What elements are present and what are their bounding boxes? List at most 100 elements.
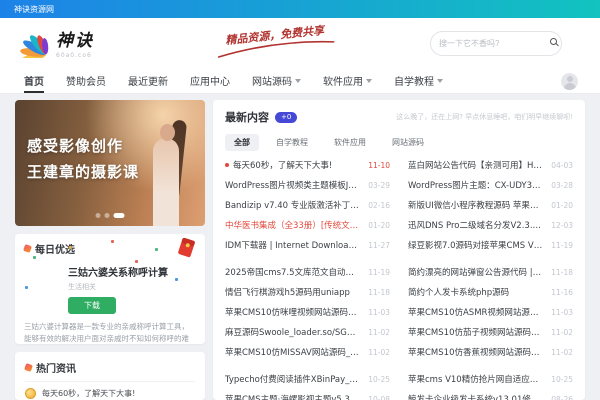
- medal-icon: [25, 388, 36, 399]
- article-row[interactable]: 苹果CMS10仿咪哩视频网站源码_MDYS15 11-03: [225, 302, 390, 322]
- carousel-dot[interactable]: [96, 213, 101, 218]
- article-title: 苹果CMS10仿香蕉视频网站源码_MDYS19: [408, 346, 543, 358]
- tab-label: 软件应用: [334, 138, 366, 147]
- article-row[interactable]: 麻豆源码Swoole_loader.so/SG11扩展集合 11-02: [225, 322, 390, 342]
- site-logo[interactable]: 神诀 60a0.co6: [20, 24, 94, 59]
- article-date: 11-19: [368, 268, 390, 277]
- tab-label: 网站源码: [392, 138, 424, 147]
- latest-tab[interactable]: 网站源码: [383, 134, 433, 151]
- chevron-down-icon: [366, 79, 372, 83]
- article-row[interactable]: 中华医书集成（全33册）[传统文化] 01-20: [225, 215, 390, 235]
- latest-list-left: 每天60秒，了解天下大事! 11-10 WordPress图片视频类主题模板Ju…: [225, 155, 390, 400]
- article-title: 苹果CMS10仿茄子视频网站源码_MDYS17: [408, 326, 543, 338]
- article-row[interactable]: 绿豆影视7.0源码对接苹果CMS V10原生影视AP... 11-19: [408, 235, 573, 255]
- hot-news-item[interactable]: 每天60秒，了解天下大事!: [25, 382, 195, 400]
- article-row[interactable]: 情侣飞行棋游戏h5源码用uniapp 11-18: [225, 282, 390, 302]
- article-date: 11-02: [551, 328, 573, 337]
- hot-news-list: 每天60秒，了解天下大事! 自动识别访客来源模板防伪查询系统公告: [25, 382, 195, 400]
- site-header: 神诀 60a0.co6 精品资源，免费共享: [0, 18, 600, 68]
- article-row[interactable]: 苹果CMS10仿ASMR视频网站源码_MDYS16 11-03: [408, 302, 573, 322]
- latest-lists: 每天60秒，了解天下大事! 11-10 WordPress图片视频类主题模板Ju…: [225, 155, 573, 400]
- nav-item-label: 软件应用: [323, 73, 363, 88]
- nav-item[interactable]: 应用中心: [190, 68, 230, 93]
- daily-pick-card: 每日优选 三姑六婆关系称呼计算 生活相关 下载 三姑六婆计算器是一款专业的亲戚称…: [15, 234, 205, 344]
- user-avatar[interactable]: [561, 73, 578, 90]
- nav-item[interactable]: 网站源码: [252, 68, 301, 93]
- article-title: 新版UI微信小程序教程源码 苹果CMS小程序源码: [408, 199, 543, 211]
- article-title: 麻豆源码Swoole_loader.so/SG11扩展集合: [225, 326, 360, 338]
- latest-tab[interactable]: 自学教程: [267, 134, 317, 151]
- article-date: 08-26: [551, 395, 573, 400]
- article-title: 中华医书集成（全33册）[传统文化]: [225, 219, 360, 231]
- article-title: 鲸发卡企业级发卡系统v13.01修复版源码: [408, 393, 543, 400]
- logo-subtitle: 60a0.co6: [56, 52, 94, 59]
- search-button[interactable]: [549, 37, 553, 51]
- tab-label: 全部: [234, 138, 250, 147]
- latest-header: 最新内容 +0 这么晚了，还在上网? 早点休息睡吧，咱们明早继续聊呗!: [225, 109, 573, 125]
- article-date: 11-02: [551, 348, 573, 357]
- article-date: 10-08: [368, 395, 390, 400]
- article-row[interactable]: 苹果CMS10仿香蕉视频网站源码_MDYS19 11-02: [408, 342, 573, 362]
- article-row[interactable]: WordPress图片主题：CX-UDY3.1主题美女图H... 03-28: [408, 175, 573, 195]
- latest-tab[interactable]: 软件应用: [325, 134, 375, 151]
- article-date: 11-27: [368, 241, 390, 250]
- nav-item[interactable]: 最近更新: [128, 68, 168, 93]
- article-row[interactable]: 蓝白网站公告代码【亲测可用】HTML简单代码... 04-03: [408, 155, 573, 175]
- article-row[interactable]: 2025帝国cms7.5文库范文自动生成word文档/文... 11-19: [225, 262, 390, 282]
- article-date: 01-20: [368, 221, 390, 230]
- article-title: 迅风DNS Pro二级域名分发V2.3.3系统源码: [408, 219, 543, 231]
- search-box: [430, 31, 562, 56]
- article-row[interactable]: 简约个人发卡系统php源码 11-16: [408, 282, 573, 302]
- article-row[interactable]: 新版UI微信小程序教程源码 苹果CMS小程序源码 01-20: [408, 195, 573, 215]
- article-title: Typecho付费阅读插件XBinPay_v1.1: [225, 373, 360, 385]
- search-input[interactable]: [439, 39, 549, 48]
- article-row[interactable]: 鲸发卡企业级发卡系统v13.01修复版源码 08-26: [408, 389, 573, 400]
- article-date: 03-29: [368, 181, 390, 190]
- article-row[interactable]: 简约漂亮的网站弹窗公告源代码 | 使用cookie记录 11-18: [408, 262, 573, 282]
- article-row[interactable]: 每天60秒，了解天下大事! 11-10: [225, 155, 390, 175]
- nav-item-label: 首页: [24, 73, 44, 88]
- article-row[interactable]: Typecho付费阅读插件XBinPay_v1.1 10-25: [225, 369, 390, 389]
- article-date: 11-18: [368, 288, 390, 297]
- nav-item[interactable]: 首页: [24, 68, 44, 93]
- download-button[interactable]: 下载: [68, 297, 116, 314]
- article-date: 11-18: [551, 268, 573, 277]
- article-row[interactable]: 苹果CMS10仿MISSAV网站源码_MDYS18 11-02: [225, 342, 390, 362]
- hot-news-title: 热门资讯: [36, 360, 76, 375]
- article-title: 情侣飞行棋游戏h5源码用uniapp: [225, 286, 360, 298]
- section-flame-icon: [24, 363, 33, 372]
- carousel-dot-active[interactable]: [114, 213, 125, 218]
- article-title: 苹果CMS10仿ASMR视频网站源码_MDYS16: [408, 306, 543, 318]
- carousel-dots: [96, 213, 125, 218]
- latest-tab[interactable]: 全部: [225, 134, 259, 151]
- article-row[interactable]: 苹果cms V10精仿抢片网自适应模板 10-25: [408, 369, 573, 389]
- article-row[interactable]: IDM下载器 | Internet Download Manager (v6..…: [225, 235, 390, 255]
- nav-item-label: 自学教程: [394, 73, 434, 88]
- article-row[interactable]: 苹果CMS主题·海螺影视主题v5.3自适应主题/ ... 10-08: [225, 389, 390, 400]
- app-title[interactable]: 三姑六婆关系称呼计算: [68, 264, 196, 279]
- logo-feather-icon: [20, 24, 52, 58]
- hero-figure-body: [153, 138, 179, 226]
- nav-item-label: 赞助会员: [66, 73, 106, 88]
- article-title: 绿豆影视7.0源码对接苹果CMS V10原生影视AP...: [408, 239, 543, 251]
- article-row[interactable]: WordPress图片视频类主题模板JustMediaV2.7... 03-29: [225, 175, 390, 195]
- new-count-badge: +0: [275, 112, 297, 123]
- article-row[interactable]: Bandizip v7.40 专业版激活补丁密钥 02-16: [225, 195, 390, 215]
- nav-item[interactable]: 赞助会员: [66, 68, 106, 93]
- logo-text: 神诀 60a0.co6: [56, 26, 94, 59]
- left-column: 感受影像创作 王建章的摄影课 每日优选: [15, 100, 205, 400]
- article-row[interactable]: 迅风DNS Pro二级域名分发V2.3.3系统源码 12-03: [408, 215, 573, 235]
- article-date: 11-03: [551, 308, 573, 317]
- nav-item[interactable]: 软件应用: [323, 68, 372, 93]
- main-nav: 首页 赞助会员 最近更新 应用中心 网站源码 软件应用 自学教程: [0, 68, 600, 94]
- article-row[interactable]: 苹果CMS10仿茄子视频网站源码_MDYS17 11-02: [408, 322, 573, 342]
- article-title: 2025帝国cms7.5文库范文自动生成word文档/文...: [225, 266, 360, 278]
- article-title: 简约个人发卡系统php源码: [408, 286, 543, 298]
- new-dot-icon: [225, 163, 229, 167]
- article-date: 11-03: [368, 308, 390, 317]
- nav-item-label: 最近更新: [128, 73, 168, 88]
- hero-carousel-slide[interactable]: 感受影像创作 王建章的摄影课: [15, 100, 205, 226]
- topbar-site-name[interactable]: 神诀资源网: [14, 4, 54, 15]
- nav-item[interactable]: 自学教程: [394, 68, 443, 93]
- carousel-dot[interactable]: [105, 213, 110, 218]
